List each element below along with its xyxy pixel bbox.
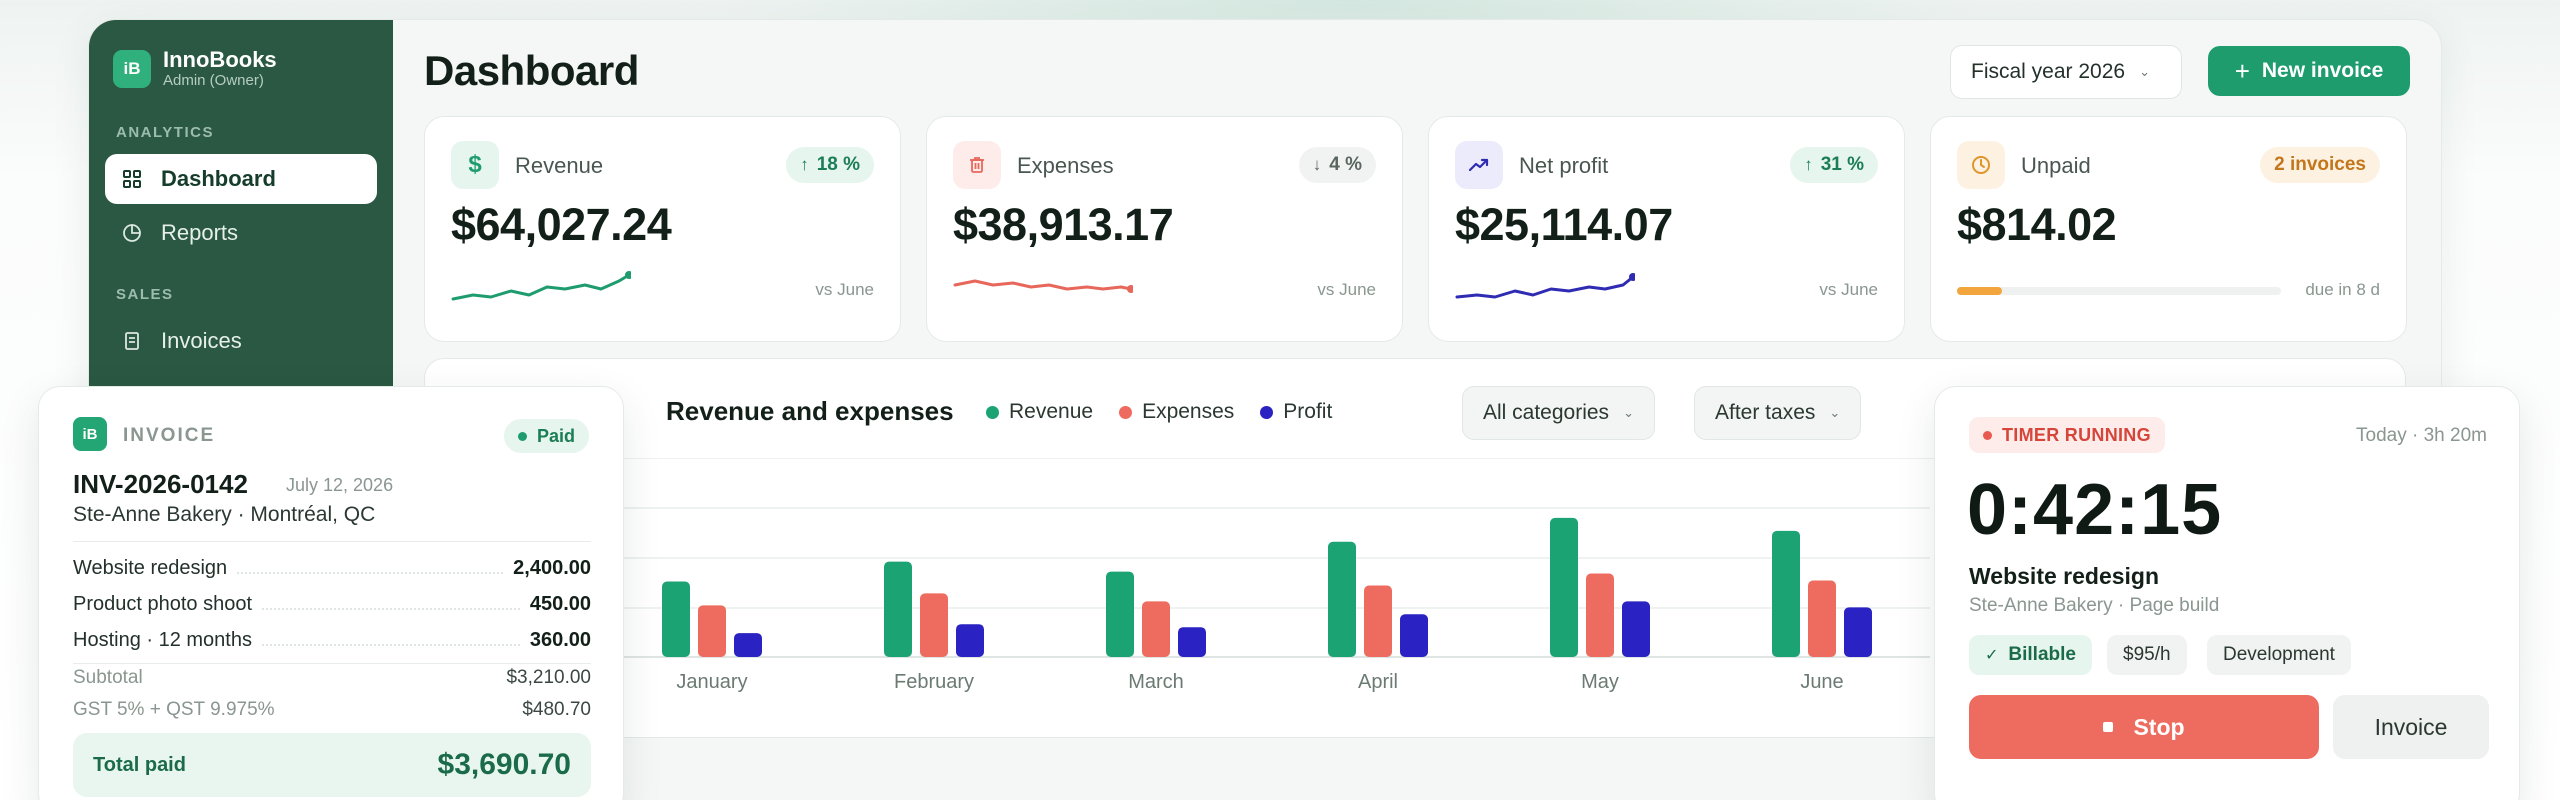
bar-profit-june[interactable]: [1844, 607, 1872, 657]
x-tick-label: March: [1128, 671, 1184, 693]
divider: [73, 663, 591, 664]
bar-profit-january[interactable]: [734, 633, 762, 657]
bar-expenses-may[interactable]: [1586, 573, 1614, 657]
bar-revenue-january[interactable]: [662, 581, 690, 657]
total-label: Total paid: [93, 753, 186, 776]
line-amount: 2,400.00: [513, 557, 591, 579]
tax-amount: $480.70: [522, 699, 591, 720]
bar-expenses-april[interactable]: [1364, 585, 1392, 657]
create-invoice-button[interactable]: Invoice: [2333, 695, 2489, 759]
subtotal-label: Subtotal: [73, 667, 143, 688]
timer-card: TIMER RUNNING Today · 3h 20m 0:42:15 Web…: [1934, 386, 2520, 800]
bar-expenses-february[interactable]: [920, 593, 948, 657]
x-tick-label: April: [1358, 671, 1398, 693]
bar-revenue-march[interactable]: [1106, 571, 1134, 657]
bar-expenses-january[interactable]: [698, 605, 726, 657]
invoice-number: INV-2026-0142: [73, 469, 248, 499]
bar-revenue-june[interactable]: [1772, 530, 1800, 657]
invoice-client: Ste-Anne Bakery · Montréal, QC: [73, 503, 376, 526]
timer-status-badge: TIMER RUNNING: [1969, 417, 2165, 453]
dotted-leader: [262, 608, 520, 610]
invoice-date: July 12, 2026: [286, 475, 394, 495]
timer-clock: 0:42:15: [1967, 470, 2223, 550]
bar-revenue-february[interactable]: [884, 561, 912, 657]
rate-chip[interactable]: $95/h: [2107, 635, 2187, 675]
billable-chip[interactable]: ✓ Billable: [1969, 635, 2092, 675]
dotted-leader: [237, 572, 504, 574]
line-amount: 450.00: [529, 593, 591, 615]
tax-label: GST 5% + QST 9.975%: [73, 699, 275, 720]
x-tick-label: June: [1800, 671, 1843, 693]
dotted-leader: [261, 644, 520, 646]
subtotal-amount: $3,210.00: [506, 667, 591, 688]
check-icon: ✓: [1985, 647, 1999, 664]
bar-revenue-may[interactable]: [1550, 517, 1578, 657]
bar-profit-april[interactable]: [1400, 614, 1428, 657]
chip-label: $95/h: [2123, 644, 2171, 665]
line-label: Product photo shoot: [73, 593, 253, 615]
invoice-kicker: INVOICE: [123, 425, 216, 446]
chip-label: Billable: [2008, 644, 2076, 665]
bar-profit-may[interactable]: [1622, 601, 1650, 657]
status-text: Paid: [536, 425, 575, 446]
total-amount: $3,690.70: [437, 748, 571, 781]
tax-row: GST 5% + QST 9.975% $480.70: [73, 699, 591, 721]
category-chip[interactable]: Development: [2207, 635, 2351, 675]
stop-label: Stop: [2133, 713, 2185, 740]
timer-subtitle: Ste-Anne Bakery · Page build: [1969, 595, 2220, 616]
x-tick-label: May: [1581, 671, 1619, 693]
bar-revenue-april[interactable]: [1328, 541, 1356, 657]
timer-status-text: TIMER RUNNING: [2002, 424, 2151, 445]
line-label: Website redesign: [73, 557, 228, 579]
chip-label: Development: [2223, 644, 2335, 665]
bar-expenses-march[interactable]: [1142, 601, 1170, 657]
x-tick-label: January: [676, 671, 747, 693]
status-badge: Paid: [503, 419, 589, 453]
line-label: Hosting · 12 months: [73, 629, 252, 651]
stop-button[interactable]: Stop: [1969, 695, 2319, 759]
subtotal-row: Subtotal $3,210.00: [73, 667, 591, 689]
invoice-line: Website redesign 2,400.00: [73, 557, 591, 580]
status-dot: [517, 431, 527, 441]
line-amount: 360.00: [529, 629, 591, 651]
invoice-line: Product photo shoot 450.00: [73, 593, 591, 616]
bar-profit-february[interactable]: [956, 624, 984, 657]
recording-dot: [1983, 430, 1992, 440]
bar-expenses-june[interactable]: [1808, 580, 1836, 657]
invoice-logo: iB: [73, 417, 107, 451]
invoice-card[interactable]: iB INVOICE Paid INV-2026-0142 July 12, 2…: [38, 386, 624, 800]
x-tick-label: February: [894, 671, 974, 693]
timer-meta: Today · 3h 20m: [2356, 425, 2487, 446]
timer-task: Website redesign: [1969, 563, 2160, 589]
total-paid-row: Total paid $3,690.70: [73, 733, 591, 797]
invoice-line: Hosting · 12 months 360.00: [73, 629, 591, 652]
divider: [73, 541, 591, 542]
stop-icon: [2103, 722, 2114, 732]
bar-profit-march[interactable]: [1178, 627, 1206, 657]
